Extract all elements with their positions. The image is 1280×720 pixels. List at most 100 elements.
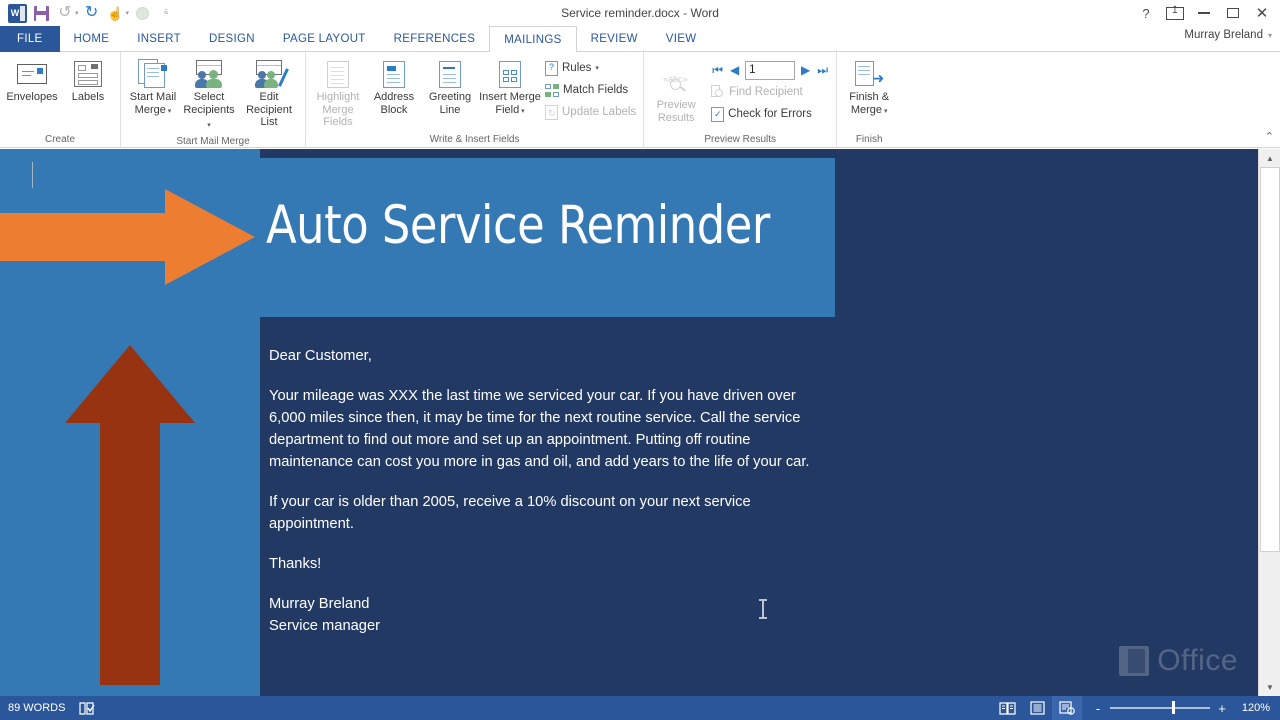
ribbon: Envelopes Labels Create Start Mail Merge… [0,52,1280,148]
chevron-down-icon: ▾ [882,107,888,115]
select-recipients-label-line2: Recipients [183,103,235,116]
start-mail-merge-icon [138,57,168,91]
text-cursor [32,162,33,188]
ribbon-tabs: FILE HOME INSERT DESIGN PAGE LAYOUT REFE… [0,26,1280,52]
circle-icon [135,6,149,20]
greeting-line-label-line2: Line [439,103,461,116]
check-for-errors-button[interactable]: ✓ Check for Errors [708,103,832,125]
print-layout-button[interactable] [1022,696,1052,720]
highlight-merge-fields-button[interactable]: Highlight Merge Fields [310,55,366,131]
web-layout-button[interactable] [1052,696,1082,720]
envelopes-label: Envelopes [6,91,58,103]
tab-page-layout[interactable]: PAGE LAYOUT [269,26,380,52]
tab-mailings[interactable]: MAILINGS [489,26,577,52]
title-bar: Service reminder.docx - Word W ↺ ▾ ↻ ☝ ▾ [0,0,1280,26]
document-page[interactable]: Auto Service Reminder Dear Customer, You… [0,149,1258,696]
preview-results-button[interactable]: «abc» Preview Results [648,55,704,126]
restore-icon [1227,8,1239,18]
preview-results-label-line2: Results [657,111,695,124]
signature-name: Murray Breland [269,596,370,612]
last-record-button[interactable]: ⏭ [816,63,829,78]
customize-qat-button[interactable]: ⩯ [155,2,177,24]
insert-merge-field-label-line2: Field [495,103,520,116]
finish-and-merge-label-line2: Merge [850,103,883,116]
zoom-slider[interactable] [1110,701,1210,715]
help-button[interactable]: ? [1132,1,1160,25]
touch-mode-dropdown-icon[interactable]: ▾ [126,9,130,17]
next-record-button[interactable]: ▶ [799,63,812,77]
insert-merge-field-button[interactable]: Insert Merge Field ▾ [478,55,542,120]
close-button[interactable]: ✕ [1248,1,1276,25]
match-fields-label: Match Fields [563,84,629,96]
find-recipient-button[interactable]: Find Recipient [708,81,832,103]
proofing-glyph [79,701,96,715]
insert-merge-field-icon [499,57,521,91]
scrollbar-thumb[interactable] [1260,167,1280,552]
select-recipients-icon [194,57,224,91]
match-fields-icon [545,83,559,98]
undo-button[interactable]: ↺ [54,2,76,24]
edit-recipient-list-button[interactable]: Edit Recipient List [237,55,301,131]
account-menu[interactable]: Murray Breland ▾ [1184,29,1272,41]
select-recipients-button[interactable]: Select Recipients ▾ [181,55,237,135]
document-body-text[interactable]: Dear Customer, Your mileage was XXX the … [269,345,814,637]
touch-mode-button[interactable]: ☝ [105,2,127,24]
finish-and-merge-button[interactable]: ➜ Finish & Merge ▾ [841,55,897,120]
read-mode-icon [998,702,1016,715]
record-number-input[interactable]: 1 [745,60,796,80]
undo-dropdown-icon[interactable]: ▾ [75,9,79,17]
labels-label: Labels [71,91,105,103]
rules-button[interactable]: ? Rules ▾ [542,57,639,79]
start-mail-merge-label-line2: Merge [134,103,166,116]
envelopes-button[interactable]: Envelopes [4,55,60,106]
read-mode-button[interactable] [992,696,1022,720]
redo-button[interactable]: ↻ [81,2,103,24]
status-bar: 89 WORDS - + 120% [0,696,1280,720]
address-block-icon [383,57,405,91]
match-fields-button[interactable]: Match Fields [542,79,639,101]
restore-button[interactable] [1219,1,1247,25]
word-application-window: Service reminder.docx - Word W ↺ ▾ ↻ ☝ ▾ [0,0,1280,720]
greeting-line-button[interactable]: Greeting Line [422,55,478,118]
tab-insert[interactable]: INSERT [123,26,195,52]
find-recipient-label: Find Recipient [729,86,803,98]
scroll-down-button[interactable]: ▼ [1259,678,1280,696]
minimize-button[interactable] [1190,1,1218,25]
qat-extra-button[interactable] [131,2,153,24]
start-mail-merge-label-line1: Start Mail [129,91,177,103]
labels-icon [74,57,102,91]
zoom-level-label[interactable]: 120% [1234,702,1270,714]
tab-home[interactable]: HOME [60,26,124,52]
proofing-errors-icon[interactable] [79,701,96,715]
collapse-ribbon-button[interactable]: ⌃ [1265,130,1274,143]
chevron-up-icon: ⌃ [1264,131,1274,143]
tab-design[interactable]: DESIGN [195,26,269,52]
zoom-slider-handle[interactable] [1172,701,1175,715]
tab-review[interactable]: REVIEW [577,26,652,52]
ribbon-display-options-button[interactable] [1161,1,1189,25]
scrollbar-track[interactable] [1259,167,1280,678]
office-watermark-label: Office [1157,644,1238,677]
address-block-button[interactable]: Address Block [366,55,422,118]
tab-file[interactable]: FILE [0,26,60,52]
status-bar-right: - + 120% [992,696,1280,720]
tab-view[interactable]: VIEW [652,26,711,52]
scroll-up-button[interactable]: ▲ [1259,149,1280,167]
group-label-preview-results: Preview Results [704,134,777,145]
vertical-scrollbar[interactable]: ▲ ▼ [1258,149,1280,696]
labels-button[interactable]: Labels [60,55,116,106]
previous-record-button[interactable]: ◀ [728,63,741,77]
first-record-button[interactable]: ⏮ [711,63,724,78]
update-labels-button[interactable]: ↻ Update Labels [542,101,639,123]
group-label-create: Create [44,134,75,145]
tab-references[interactable]: REFERENCES [380,26,490,52]
document-title: Service reminder.docx - Word [561,6,719,20]
group-label-start-mail-merge: Start Mail Merge [176,135,250,147]
save-button[interactable] [30,2,52,24]
word-count-label[interactable]: 89 WORDS [8,702,65,714]
zoom-in-button[interactable]: + [1216,701,1228,716]
dark-red-up-arrow-shape [65,345,195,685]
zoom-out-button[interactable]: - [1092,701,1104,716]
start-mail-merge-button[interactable]: Start Mail Merge ▾ [125,55,181,120]
highlight-merge-fields-icon [327,57,349,91]
